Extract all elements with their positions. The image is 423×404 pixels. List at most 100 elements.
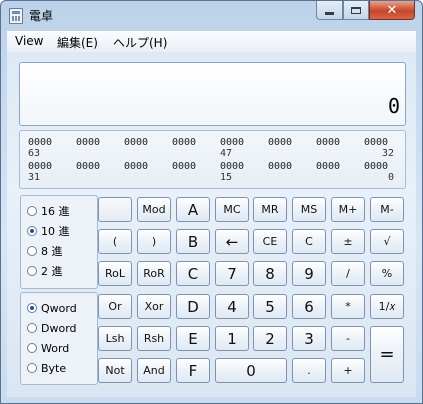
digit-9-key[interactable]: 9 (292, 261, 326, 286)
minimize-button[interactable] (316, 1, 343, 20)
digit-4-key[interactable]: 4 (215, 294, 249, 319)
radix-dec-option[interactable]: 10 進 (27, 223, 70, 239)
multiply-key[interactable]: * (331, 294, 365, 319)
radix-oct-option[interactable]: 8 進 (27, 243, 63, 259)
memory-clear-key[interactable]: MC (215, 197, 249, 222)
bit-position-label: 31 (28, 172, 41, 183)
digit-8-key[interactable]: 8 (253, 261, 287, 286)
bit-display: 0000 0000 0000 0000 0000 0000 0000 0000 … (19, 130, 406, 189)
hex-f-key[interactable]: F (176, 358, 210, 383)
hex-a-key[interactable]: A (176, 197, 210, 222)
calculator-body: 0 0000 0000 0000 0000 0000 0000 0000 000… (7, 52, 416, 397)
close-button[interactable]: ✕ (369, 1, 415, 20)
bit-group[interactable]: 0000 (316, 137, 352, 148)
menu-help[interactable]: ヘルプ(H) (113, 34, 167, 51)
calculator-icon (9, 8, 23, 24)
menu-edit[interactable]: 編集(E) (57, 34, 98, 51)
add-key[interactable]: + (331, 358, 365, 383)
clear-entry-key[interactable]: CE (253, 229, 287, 254)
bit-position-label: 63 (28, 148, 41, 159)
wordsize-qword-option[interactable]: Qword (27, 300, 77, 316)
bit-group[interactable]: 0000 (220, 137, 256, 148)
hex-d-key[interactable]: D (176, 294, 210, 319)
wordsize-dword-option[interactable]: Dword (27, 320, 77, 336)
reciprocal-key[interactable]: 1/𝑥 (370, 294, 404, 319)
memory-recall-key[interactable]: MR (253, 197, 287, 222)
menu-bar: View 編集(E) ヘルプ(H) (7, 30, 416, 52)
wordsize-panel: Qword Dword Word Byte (20, 292, 98, 385)
square-root-key[interactable]: √ (370, 229, 404, 254)
rotate-left-key[interactable]: RoL (98, 261, 132, 286)
bit-group[interactable]: 0000 (268, 161, 304, 172)
bit-group[interactable]: 0000 (316, 161, 352, 172)
wordsize-word-option[interactable]: Word (27, 340, 69, 356)
backspace-key[interactable]: ← (215, 229, 249, 254)
clear-key[interactable]: C (292, 229, 326, 254)
radio-icon (27, 246, 37, 256)
radix-hex-option[interactable]: 16 進 (27, 203, 70, 219)
memory-add-key[interactable]: M+ (331, 197, 365, 222)
digit-6-key[interactable]: 6 (292, 294, 326, 319)
right-paren-key[interactable]: ) (137, 229, 171, 254)
wordsize-byte-option[interactable]: Byte (27, 360, 66, 376)
hex-e-key[interactable]: E (176, 326, 210, 351)
rotate-right-key[interactable]: RoR (137, 261, 171, 286)
xor-key[interactable]: Xor (137, 294, 171, 319)
bit-group[interactable]: 0000 (172, 161, 208, 172)
radio-icon (27, 266, 37, 276)
bit-group[interactable]: 0000 (172, 137, 208, 148)
percent-key[interactable]: % (370, 261, 404, 286)
right-shift-key[interactable]: Rsh (137, 326, 171, 351)
title-bar[interactable]: 電卓 ✕ (1, 1, 422, 29)
close-icon: ✕ (386, 2, 398, 18)
not-key[interactable]: Not (98, 358, 132, 383)
bit-group[interactable]: 0000 (76, 161, 112, 172)
hex-c-key[interactable]: C (176, 261, 210, 286)
and-key[interactable]: And (137, 358, 171, 383)
bit-position-label: 47 (220, 148, 233, 159)
or-key[interactable]: Or (98, 294, 132, 319)
bit-group[interactable]: 0000 (364, 137, 400, 148)
bit-position-label: 15 (220, 172, 233, 183)
divide-key[interactable]: / (331, 261, 365, 286)
blank-key[interactable] (98, 197, 132, 222)
maximize-button[interactable] (343, 1, 369, 20)
bit-group[interactable]: 0000 (268, 137, 304, 148)
digit-3-key[interactable]: 3 (292, 326, 326, 351)
digit-2-key[interactable]: 2 (253, 326, 287, 351)
left-paren-key[interactable]: ( (98, 229, 132, 254)
bit-position-label: 0 (388, 172, 395, 183)
bit-group[interactable]: 0000 (220, 161, 256, 172)
calculator-window: 電卓 ✕ View 編集(E) ヘルプ(H) 0 0000 0000 0000 … (0, 0, 423, 404)
mod-key[interactable]: Mod (137, 197, 171, 222)
bit-group[interactable]: 0000 (124, 161, 160, 172)
bit-group[interactable]: 0000 (28, 161, 64, 172)
subtract-key[interactable]: - (331, 326, 365, 351)
menu-view[interactable]: View (15, 34, 43, 48)
display-value: 0 (387, 94, 400, 118)
window-title: 電卓 (29, 9, 54, 23)
radio-selected-icon (27, 303, 37, 313)
radix-bin-option[interactable]: 2 進 (27, 263, 63, 279)
left-shift-key[interactable]: Lsh (98, 326, 132, 351)
bit-group[interactable]: 0000 (124, 137, 160, 148)
bit-group[interactable]: 0000 (364, 161, 400, 172)
negate-key[interactable]: ± (331, 229, 365, 254)
decimal-key[interactable]: . (292, 358, 326, 383)
radix-panel: 16 進 10 進 8 進 2 進 (20, 195, 98, 289)
radio-icon (27, 363, 37, 373)
digit-0-key[interactable]: 0 (215, 358, 287, 383)
digit-7-key[interactable]: 7 (215, 261, 249, 286)
digit-5-key[interactable]: 5 (253, 294, 287, 319)
radio-icon (27, 343, 37, 353)
memory-subtract-key[interactable]: M- (370, 197, 404, 222)
radio-icon (27, 206, 37, 216)
bit-group[interactable]: 0000 (76, 137, 112, 148)
bit-group[interactable]: 0000 (28, 137, 64, 148)
hex-b-key[interactable]: B (176, 229, 210, 254)
memory-store-key[interactable]: MS (292, 197, 326, 222)
digit-1-key[interactable]: 1 (215, 326, 249, 351)
bit-position-label: 32 (382, 148, 395, 159)
equals-key[interactable]: = (370, 326, 404, 383)
radio-selected-icon (27, 226, 37, 236)
